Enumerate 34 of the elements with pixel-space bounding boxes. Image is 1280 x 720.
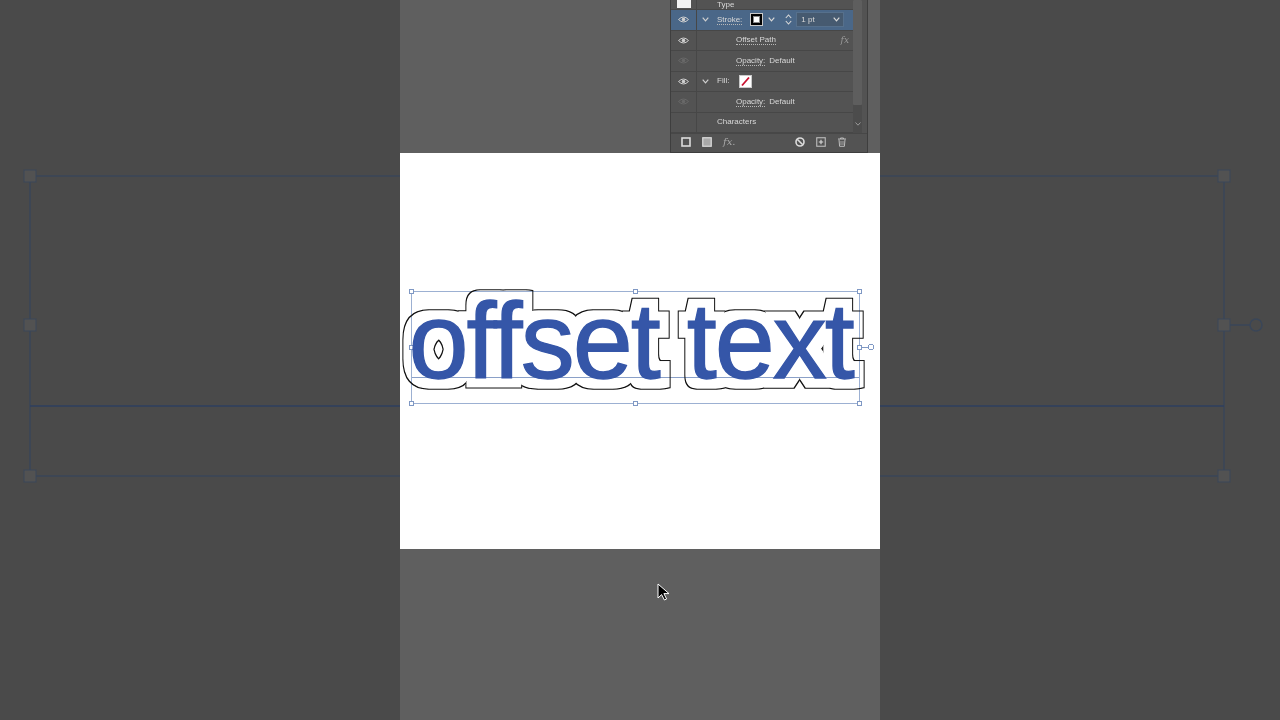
- appearance-row[interactable]: Characters: [671, 112, 853, 133]
- appearance-row[interactable]: Opacity: Default: [671, 92, 853, 113]
- fx-label: fx: [840, 35, 849, 46]
- row-label: Characters: [717, 117, 757, 128]
- effects-button[interactable]: fx.: [723, 136, 736, 147]
- opacity-link[interactable]: Opacity:: [736, 55, 766, 66]
- scroll-down-icon[interactable]: [854, 122, 861, 126]
- fill-label: Fill:: [717, 76, 730, 87]
- effect-link[interactable]: Offset Path: [736, 35, 776, 46]
- appearance-row[interactable]: Offset Path fx: [671, 30, 853, 51]
- opacity-value: Default: [769, 96, 795, 107]
- stepper-arrows-icon[interactable]: [785, 14, 793, 26]
- mouse-pointer-icon: [657, 583, 670, 601]
- appearance-row[interactable]: Stroke: 1 pt: [671, 10, 853, 31]
- trash-icon[interactable]: [837, 136, 847, 147]
- add-square-icon[interactable]: [816, 136, 826, 147]
- stroke-swatch[interactable]: [750, 13, 764, 27]
- opacity-link[interactable]: Opacity:: [736, 96, 766, 107]
- chevron-icon[interactable]: [702, 78, 709, 84]
- opacity-value: Default: [769, 55, 795, 66]
- scrollbar-thumb[interactable]: [853, 0, 862, 105]
- fill-swatch[interactable]: [739, 74, 753, 88]
- appearance-row[interactable]: Opacity: Default: [671, 51, 853, 72]
- no-entry-icon[interactable]: [795, 136, 805, 147]
- chevron-icon[interactable]: [702, 17, 709, 23]
- row-label: Type: [717, 0, 735, 10]
- square-outline-icon[interactable]: [681, 136, 691, 147]
- dropdown-caret-icon[interactable]: [768, 17, 776, 23]
- stroke-weight-field[interactable]: 1 pt: [796, 12, 845, 28]
- filled-square-icon[interactable]: [702, 136, 712, 147]
- appearance-row[interactable]: Fill:: [671, 71, 853, 92]
- thumbnail-icon: [676, 0, 691, 8]
- dropdown-caret-icon[interactable]: [833, 17, 841, 23]
- stroke-link[interactable]: Stroke:: [717, 14, 743, 25]
